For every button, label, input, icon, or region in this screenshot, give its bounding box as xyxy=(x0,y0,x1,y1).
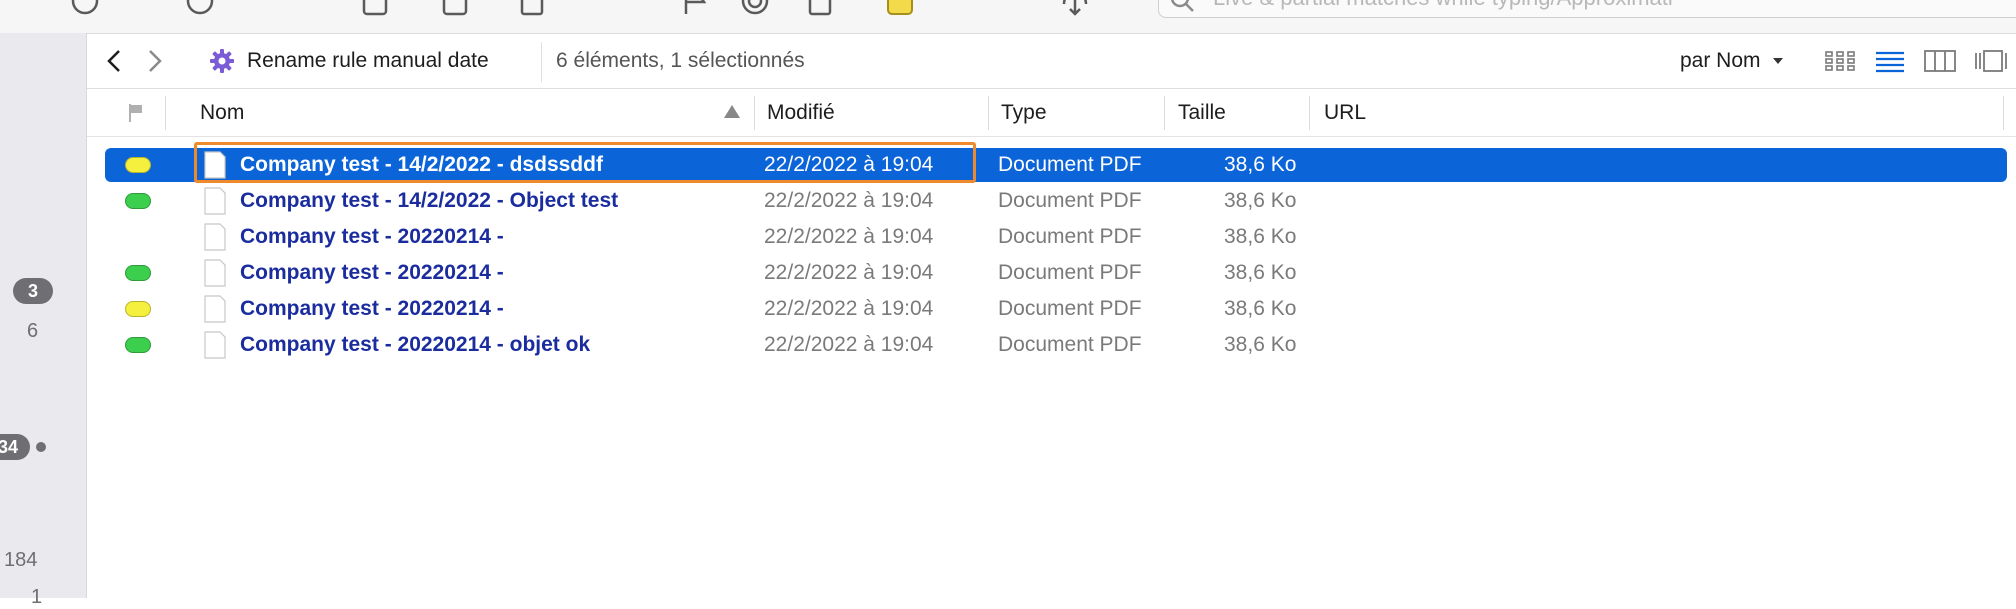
file-name[interactable]: Company test - 14/2/2022 - dsdssddf xyxy=(240,148,603,182)
column-header-name[interactable]: Nom xyxy=(200,89,244,136)
column-divider[interactable] xyxy=(1309,96,1310,130)
sort-select-label: par Nom xyxy=(1680,49,1761,72)
current-folder-label: Rename rule manual date xyxy=(247,49,489,72)
file-size: 38,6 Ko xyxy=(1224,189,1297,212)
file-type: Document PDF xyxy=(998,153,1142,176)
duplicate-icon[interactable] xyxy=(360,0,390,16)
file-size: 38,6 Ko xyxy=(1224,297,1297,320)
pdf-file-icon xyxy=(204,223,226,251)
search-icon xyxy=(1170,0,1194,12)
column-divider[interactable] xyxy=(2003,96,2004,130)
file-size: 38,6 Ko xyxy=(1224,225,1297,248)
column-divider[interactable] xyxy=(1164,96,1165,130)
search-placeholder: Live & partial matches while typing/Appr… xyxy=(1213,0,1673,11)
pdf-file-icon xyxy=(204,295,226,323)
view-icons-button[interactable] xyxy=(1823,47,1857,75)
sort-select[interactable]: par Nom xyxy=(1680,34,1783,88)
file-size: 38,6 Ko xyxy=(1224,333,1297,356)
file-modified: 22/2/2022 à 19:04 xyxy=(764,297,934,320)
divider xyxy=(541,42,542,82)
sidebar-dot xyxy=(36,442,46,452)
file-modified: 22/2/2022 à 19:04 xyxy=(764,153,934,176)
table-row[interactable]: Company test - 14/2/2022 - dsdssddf 22/2… xyxy=(0,148,2016,184)
file-type: Document PDF xyxy=(998,261,1142,284)
file-size: 38,6 Ko xyxy=(1224,261,1297,284)
current-folder[interactable]: Rename rule manual date xyxy=(209,34,489,88)
color-label[interactable] xyxy=(125,193,151,209)
view-columns-button[interactable] xyxy=(1923,47,1957,75)
color-label[interactable] xyxy=(125,337,151,353)
column-header-type[interactable]: Type xyxy=(1001,89,1047,136)
file-name[interactable]: Company test - 14/2/2022 - Object test xyxy=(240,184,618,218)
table-row[interactable]: Company test - 20220214 - 22/2/2022 à 19… xyxy=(0,220,2016,256)
column-divider[interactable] xyxy=(754,96,755,130)
sort-ascending-icon xyxy=(724,105,740,118)
file-modified: 22/2/2022 à 19:04 xyxy=(764,333,934,356)
color-label[interactable] xyxy=(125,157,151,173)
file-size: 38,6 Ko xyxy=(1224,153,1297,176)
file-icon[interactable] xyxy=(805,0,835,16)
circle-icon[interactable] xyxy=(70,0,100,16)
column-header-size[interactable]: Taille xyxy=(1178,89,1226,136)
file-name[interactable]: Company test - 20220214 - xyxy=(240,220,504,254)
path-bar: Rename rule manual date 6 éléments, 1 sé… xyxy=(87,34,2016,89)
cloud-download-icon[interactable] xyxy=(1060,0,1090,16)
sidebar-count[interactable]: 184 xyxy=(4,549,37,572)
pdf-file-icon xyxy=(204,259,226,287)
list-header: Nom Modifié Type Taille URL xyxy=(87,89,2016,137)
note-icon[interactable] xyxy=(885,0,915,16)
target-icon[interactable] xyxy=(740,0,770,16)
pdf-file-icon xyxy=(204,331,226,359)
back-button[interactable] xyxy=(101,47,129,75)
file-type: Document PDF xyxy=(998,297,1142,320)
color-label[interactable] xyxy=(125,265,151,281)
file-name[interactable]: Company test - 20220214 - xyxy=(240,292,504,326)
toolbar: Live & partial matches while typing/Appr… xyxy=(0,0,2016,34)
column-divider[interactable] xyxy=(988,96,989,130)
file-modified: 22/2/2022 à 19:04 xyxy=(764,189,934,212)
file-modified: 22/2/2022 à 19:04 xyxy=(764,225,934,248)
item-count: 6 éléments, 1 sélectionnés xyxy=(556,49,805,72)
document-icon[interactable] xyxy=(517,0,547,16)
file-modified: 22/2/2022 à 19:04 xyxy=(764,261,934,284)
gear-icon xyxy=(210,49,234,73)
file-name[interactable]: Company test - 20220214 - objet ok xyxy=(240,328,590,362)
table-row[interactable]: Company test - 20220214 - 22/2/2022 à 19… xyxy=(0,256,2016,292)
search-field[interactable]: Live & partial matches while typing/Appr… xyxy=(1158,0,2016,18)
box-icon[interactable] xyxy=(440,0,470,16)
info-icon[interactable] xyxy=(185,0,215,16)
view-list-button[interactable] xyxy=(1873,47,1907,75)
table-row[interactable]: Company test - 20220214 - objet ok 22/2/… xyxy=(0,328,2016,364)
column-divider xyxy=(165,96,166,130)
file-type: Document PDF xyxy=(998,333,1142,356)
table-row[interactable]: Company test - 14/2/2022 - Object test 2… xyxy=(0,184,2016,220)
column-header-url[interactable]: URL xyxy=(1324,89,1366,136)
forward-button[interactable] xyxy=(140,47,168,75)
file-type: Document PDF xyxy=(998,189,1142,212)
sidebar-badge[interactable]: 34 xyxy=(0,434,30,460)
table-row[interactable]: Company test - 20220214 - 22/2/2022 à 19… xyxy=(0,292,2016,328)
color-label[interactable] xyxy=(125,301,151,317)
chevron-down-icon xyxy=(1772,58,1783,64)
column-header-modified[interactable]: Modifié xyxy=(767,89,835,136)
flag-icon[interactable] xyxy=(127,103,145,123)
pdf-file-icon xyxy=(204,187,226,215)
file-type: Document PDF xyxy=(998,225,1142,248)
flag-icon[interactable] xyxy=(680,0,710,16)
pdf-file-icon xyxy=(204,151,226,179)
file-name[interactable]: Company test - 20220214 - xyxy=(240,256,504,290)
view-gallery-button[interactable] xyxy=(1973,47,2007,75)
